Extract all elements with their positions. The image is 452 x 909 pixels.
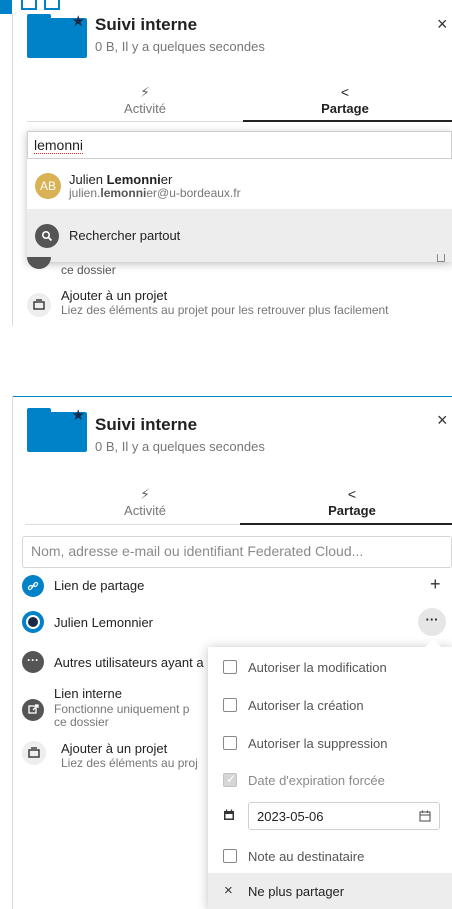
file-subtitle: 0 B, Il y a quelques secondes <box>95 39 265 54</box>
date-picker-icon[interactable] <box>419 810 431 822</box>
folder-icon: ★ <box>27 14 87 58</box>
suggestion-email: julien.lemonnier@u-bordeaux.fr <box>69 186 241 200</box>
add-project-title[interactable]: Ajouter à un projet <box>61 288 167 303</box>
search-icon <box>35 224 59 248</box>
window-corner-mark <box>21 0 37 10</box>
link-icon <box>22 575 44 597</box>
tab-activity[interactable]: ⚡ Activité <box>90 85 200 116</box>
add-project-subtitle: Liez des éléments au proj <box>61 756 198 770</box>
panel-border <box>12 396 13 909</box>
note-to-recipient-option[interactable]: Note au destinataire <box>208 838 452 875</box>
share-icon: < <box>347 486 357 502</box>
tab-sharing-label: Partage <box>328 503 376 518</box>
user-avatar <box>22 611 44 633</box>
internal-link-subtitle-2: ce dossier <box>54 715 109 729</box>
forced-expiration-option: Date d'expiration forcée <box>208 762 452 799</box>
close-button[interactable]: × <box>437 410 448 431</box>
panel-border <box>12 14 13 326</box>
other-users-label[interactable]: Autres utilisateurs ayant a <box>54 655 204 670</box>
project-icon <box>22 741 46 765</box>
share-icon: < <box>340 84 350 100</box>
user-avatar: AB <box>35 173 61 199</box>
calendar-icon <box>223 809 235 824</box>
tab-sharing-label: Partage <box>321 101 369 116</box>
autocomplete-dropdown: lemonni AB Julien Lemonnier julien.lemon… <box>27 131 452 262</box>
tab-sharing[interactable]: < Partage <box>290 85 400 116</box>
more-icon: ··· <box>22 651 44 673</box>
file-title: Suivi interne <box>95 15 198 34</box>
share-search-input[interactable]: lemonni <box>27 131 452 159</box>
window-corner-bar <box>0 0 12 14</box>
add-project-subtitle: Liez des éléments au projet pour les ret… <box>61 303 389 317</box>
project-icon <box>27 293 51 317</box>
close-icon: × <box>224 882 233 899</box>
internal-link-icon <box>22 699 44 721</box>
allow-delete-option[interactable]: Autoriser la suppression <box>208 725 452 762</box>
internal-link-icon <box>27 257 51 269</box>
internal-link-title[interactable]: Lien interne <box>54 686 122 701</box>
search-everywhere-label: Rechercher partout <box>69 228 181 243</box>
allow-delete-checkbox[interactable] <box>223 736 237 750</box>
more-actions-button[interactable]: ··· <box>418 608 446 636</box>
add-project-title[interactable]: Ajouter à un projet <box>61 741 167 756</box>
active-tab-underline <box>240 523 452 525</box>
favorite-star-icon: ★ <box>71 13 85 30</box>
folder-icon: ★ <box>27 408 87 452</box>
add-share-link-button[interactable]: + <box>430 574 441 595</box>
share-search-input[interactable]: Nom, adresse e-mail ou identifiant Feder… <box>22 536 452 568</box>
file-subtitle: 0 B, Il y a quelques secondes <box>95 439 265 454</box>
allow-create-checkbox[interactable] <box>223 698 237 712</box>
shared-user-name: Julien Lemonnier <box>54 615 154 630</box>
note-to-recipient-checkbox[interactable] <box>223 849 237 863</box>
tab-activity-label: Activité <box>124 101 166 116</box>
lightning-icon: ⚡ <box>140 486 150 502</box>
expiration-date-input[interactable]: 2023-05-06 <box>248 802 440 830</box>
tab-activity[interactable]: ⚡ Activité <box>90 487 200 518</box>
forced-expiration-checkbox <box>223 772 237 787</box>
allow-edit-option[interactable]: Autoriser la modification <box>208 649 452 686</box>
search-everywhere-option[interactable]: Rechercher partout <box>27 209 452 262</box>
tab-sharing[interactable]: < Partage <box>297 487 407 518</box>
share-link-label: Lien de partage <box>54 578 145 593</box>
share-options-menu: Autoriser la modification Autoriser la c… <box>208 639 452 909</box>
allow-create-option[interactable]: Autoriser la création <box>208 687 452 724</box>
suggestion-user[interactable]: Julien Lemonnier <box>69 172 172 187</box>
favorite-star-icon: ★ <box>71 407 85 424</box>
tab-activity-label: Activité <box>124 503 166 518</box>
active-tab-underline <box>243 120 452 122</box>
calendar-icon-fragment <box>437 254 445 262</box>
unshare-option[interactable]: × Ne plus partager <box>208 873 452 909</box>
menu-arrow <box>425 639 441 647</box>
lightning-icon: ⚡ <box>140 84 150 100</box>
file-title: Suivi interne <box>95 415 198 434</box>
panel-top-border <box>12 396 452 397</box>
close-button[interactable]: × <box>437 14 448 35</box>
obscured-text: ce dossier <box>61 263 116 277</box>
window-corner-mark <box>44 0 60 10</box>
allow-edit-checkbox[interactable] <box>223 660 237 674</box>
